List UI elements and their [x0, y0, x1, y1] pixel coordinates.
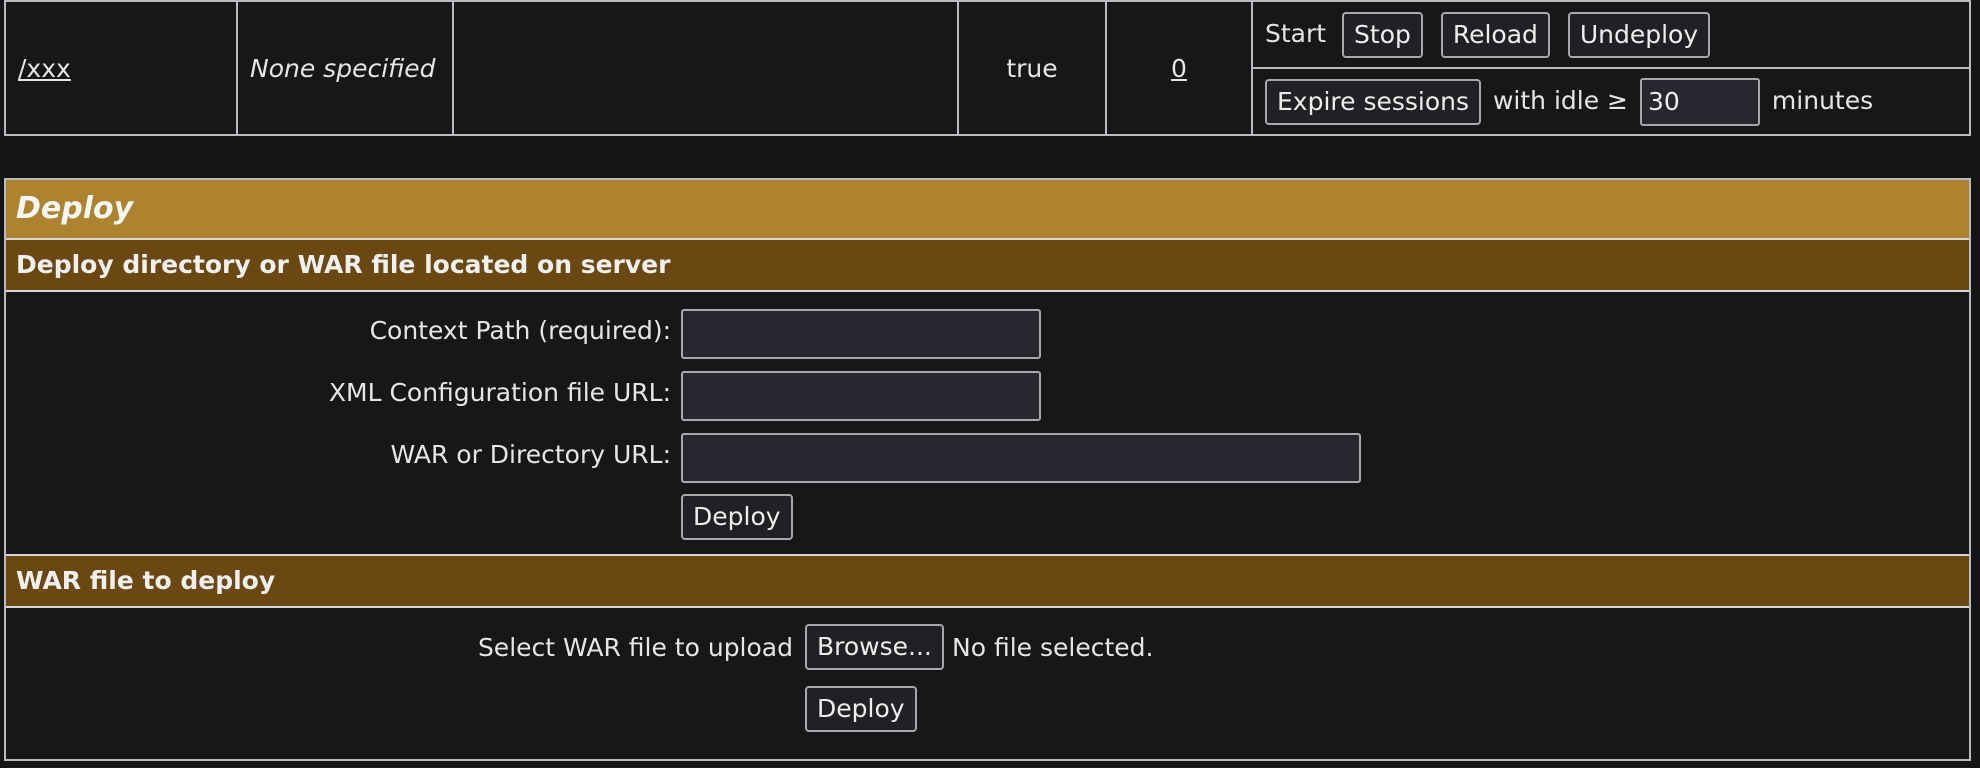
war-dir-url-input[interactable]: [681, 433, 1361, 483]
file-status-text: No file selected.: [952, 633, 1154, 662]
version-cell: None specified: [236, 0, 454, 136]
upload-deploy-button[interactable]: Deploy: [805, 686, 917, 732]
minutes-label: minutes: [1771, 85, 1874, 115]
display-name-cell: [452, 0, 959, 136]
expire-sessions-button[interactable]: Expire sessions: [1265, 78, 1482, 125]
context-path-cell: /xxx: [4, 0, 238, 136]
stop-button[interactable]: Stop: [1342, 11, 1423, 58]
browse-button[interactable]: Browse...: [805, 624, 944, 670]
xml-config-url-input[interactable]: [681, 371, 1041, 421]
select-war-label: Select WAR file to upload: [477, 633, 793, 662]
sessions-cell: 0: [1105, 0, 1253, 136]
commands-cell: Start Stop Reload Undeploy: [1251, 0, 1971, 69]
xml-config-label: XML Configuration file URL:: [328, 378, 671, 407]
context-path-label: Context Path (required):: [369, 316, 671, 345]
reload-button[interactable]: Reload: [1440, 11, 1550, 58]
server-deploy-form: Context Path (required): XML Configurati…: [6, 292, 1969, 556]
sessions-link[interactable]: 0: [1171, 54, 1187, 83]
war-dir-url-label: WAR or Directory URL:: [390, 440, 671, 469]
running-status: true: [957, 0, 1107, 136]
idle-minutes-input[interactable]: [1639, 77, 1760, 126]
context-path-link[interactable]: /xxx: [18, 54, 71, 83]
start-label: Start: [1265, 18, 1327, 48]
server-deploy-button[interactable]: Deploy: [681, 494, 793, 540]
context-path-input[interactable]: [681, 309, 1041, 359]
deploy-title: Deploy: [6, 180, 1969, 240]
war-upload-form: Select WAR file to upload Browse... No f…: [6, 608, 1969, 749]
expire-sessions-cell: Expire sessions with idle ≥ minutes: [1251, 67, 1971, 136]
deploy-panel: Deploy Deploy directory or WAR file loca…: [4, 178, 1971, 761]
with-idle-label: with idle ≥: [1492, 85, 1629, 115]
application-row-table: /xxx None specified true 0 Start Stop Re…: [4, 0, 1971, 136]
undeploy-button[interactable]: Undeploy: [1567, 11, 1711, 58]
war-upload-section-title: WAR file to deploy: [6, 556, 1969, 608]
server-deploy-section-title: Deploy directory or WAR file located on …: [6, 240, 1969, 292]
